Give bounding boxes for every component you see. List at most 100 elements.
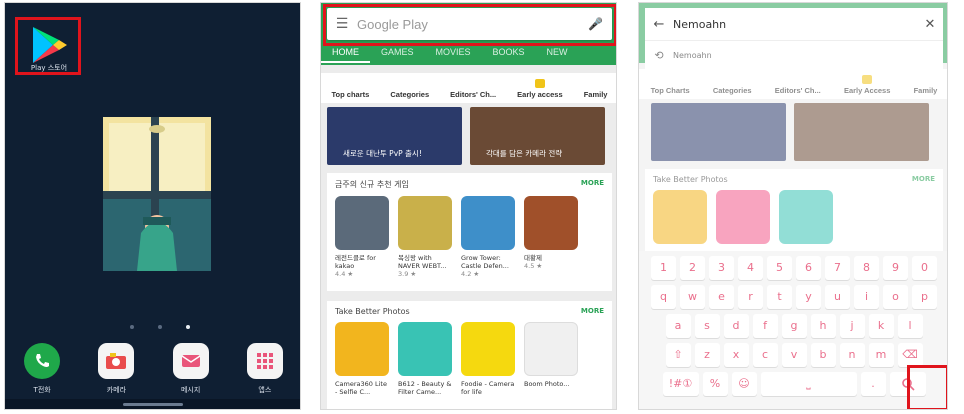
space-key[interactable]: ⎵ xyxy=(760,372,857,396)
key[interactable]: h xyxy=(810,314,836,338)
highlight-box xyxy=(907,365,947,409)
dock: T전화 카메라 메시지 앱스 xyxy=(5,343,300,395)
key[interactable]: f xyxy=(752,314,778,338)
key[interactable]: k xyxy=(868,314,894,338)
key[interactable]: b xyxy=(810,343,836,367)
key[interactable]: o xyxy=(883,285,908,309)
app-card[interactable]: 복싱왕 with NAVER WEBT... 3.9 ★ xyxy=(398,196,452,278)
key[interactable]: d xyxy=(723,314,749,338)
message-icon xyxy=(172,343,209,379)
app-card[interactable]: Boom Photo... xyxy=(524,322,578,396)
key[interactable]: j xyxy=(839,314,865,338)
key[interactable]: a xyxy=(665,314,691,338)
key[interactable]: c xyxy=(752,343,778,367)
dock-app-messages[interactable]: 메시지 xyxy=(163,343,219,395)
banner-card[interactable]: 새로운 대난투 PvP 출시! xyxy=(327,107,462,165)
key[interactable]: t xyxy=(767,285,792,309)
tab-movies[interactable]: MOVIES xyxy=(425,43,482,63)
cat-editors[interactable]: Editors' Ch... xyxy=(450,90,496,99)
more-link[interactable]: MORE xyxy=(581,179,604,190)
tab-games[interactable]: GAMES xyxy=(370,43,425,63)
dock-app-phone[interactable]: T전화 xyxy=(14,343,70,395)
key[interactable]: l xyxy=(897,314,923,338)
wallpaper-illustration xyxy=(103,117,211,311)
dock-label: 카메라 xyxy=(106,386,127,394)
tab-new[interactable]: NEW xyxy=(536,43,579,63)
app-card[interactable]: Camera360 Lite - Selfie C... xyxy=(335,322,389,396)
app-card[interactable]: Foodie - Camera for life xyxy=(461,322,515,396)
dock-app-camera[interactable]: 카메라 xyxy=(88,343,144,395)
symbols-key[interactable]: !#① xyxy=(662,372,699,396)
key[interactable]: e xyxy=(709,285,734,309)
key[interactable]: 7 xyxy=(825,256,850,280)
section-title: 금주의 신규 추천 게임 xyxy=(335,180,409,189)
search-query: Nemoahn xyxy=(673,17,727,31)
key[interactable]: q xyxy=(651,285,676,309)
key[interactable]: g xyxy=(781,314,807,338)
cat-categories[interactable]: Categories xyxy=(390,90,429,99)
key[interactable]: s xyxy=(694,314,720,338)
banner-carousel: 새로운 대난투 PvP 출시! 각대를 담은 카메라 전략 xyxy=(327,107,605,165)
app-card[interactable]: Grow Tower: Castle Defen... 4.2 ★ xyxy=(461,196,515,278)
search-input[interactable]: ← Nemoahn ✕ xyxy=(645,8,943,40)
suggestion-row[interactable]: ⟲ Nemoahn xyxy=(645,40,943,69)
phone-icon xyxy=(24,343,61,379)
clear-icon[interactable]: ✕ xyxy=(917,17,943,32)
emoji-key[interactable]: ☺ xyxy=(731,372,757,396)
key[interactable]: 9 xyxy=(883,256,908,280)
cat-family[interactable]: Family xyxy=(584,90,608,99)
key[interactable]: 3 xyxy=(709,256,734,280)
key[interactable]: w xyxy=(680,285,705,309)
dock-label: T전화 xyxy=(33,386,51,394)
search-panel: Top Charts Categories Editors' Ch... Ear… xyxy=(638,2,948,410)
key[interactable]: m xyxy=(868,343,894,367)
key[interactable]: ⌫ xyxy=(897,343,923,367)
key[interactable]: u xyxy=(825,285,850,309)
key[interactable]: v xyxy=(781,343,807,367)
key[interactable]: x xyxy=(723,343,749,367)
tab-books[interactable]: BOOKS xyxy=(482,43,536,63)
key[interactable]: r xyxy=(738,285,763,309)
keyboard: 1234567890 qwertyuiop asdfghjkl ⇧ z x c v b n m… xyxy=(639,251,947,409)
more-link[interactable]: MORE xyxy=(581,307,604,316)
key[interactable]: 5 xyxy=(767,256,792,280)
tab-home[interactable]: HOME xyxy=(321,43,370,63)
key[interactable]: z xyxy=(694,343,720,367)
home-pill[interactable] xyxy=(123,403,183,406)
store-tabs: HOME GAMES MOVIES BOOKS NEW xyxy=(321,43,579,63)
key[interactable]: 8 xyxy=(854,256,879,280)
camera-icon xyxy=(98,343,135,379)
key[interactable]: n xyxy=(839,343,865,367)
key[interactable]: 6 xyxy=(796,256,821,280)
key[interactable]: 2 xyxy=(680,256,705,280)
section-title: Take Better Photos xyxy=(335,307,410,316)
cat-early-access[interactable]: Early access xyxy=(517,79,563,99)
cat-top-charts[interactable]: Top charts xyxy=(332,90,370,99)
app-card[interactable]: 대황제 4.5 ★ xyxy=(524,196,578,278)
key[interactable]: p xyxy=(912,285,937,309)
key[interactable]: 0 xyxy=(912,256,937,280)
key[interactable]: y xyxy=(796,285,821,309)
back-arrow-icon[interactable]: ← xyxy=(645,17,673,32)
play-store-label: Play 스토어 xyxy=(30,64,68,72)
language-key[interactable]: % xyxy=(702,372,728,396)
key[interactable]: ⇧ xyxy=(665,343,691,367)
banner-card[interactable]: 각대를 담은 카메라 전략 xyxy=(470,107,605,165)
category-row: Top charts Categories Editors' Ch... Ear… xyxy=(321,73,616,103)
key[interactable]: 1 xyxy=(651,256,676,280)
key[interactable]: 4 xyxy=(738,256,763,280)
app-card[interactable]: 레전드클로 for kakao 4.4 ★ xyxy=(335,196,389,278)
suggestion-text: Nemoahn xyxy=(673,50,712,60)
page-indicator xyxy=(130,325,190,329)
dock-app-apps[interactable]: 앱스 xyxy=(237,343,293,395)
history-icon: ⟲ xyxy=(654,48,664,62)
dock-label: 메시지 xyxy=(180,386,201,394)
apps-grid-icon xyxy=(246,343,283,379)
key[interactable]: i xyxy=(854,285,879,309)
home-screen-panel: Play 스토어 T전화 카메라 메시지 앱스 xyxy=(4,2,301,410)
google-play-icon[interactable] xyxy=(29,25,69,65)
nav-bar xyxy=(5,399,300,409)
section-new-games: 금주의 신규 추천 게임 MORE 레전드클로 for kakao 4.4 ★ 복싱… xyxy=(327,173,612,291)
period-key[interactable]: . xyxy=(860,372,886,396)
app-card[interactable]: B612 - Beauty & Filter Came... xyxy=(398,322,452,396)
